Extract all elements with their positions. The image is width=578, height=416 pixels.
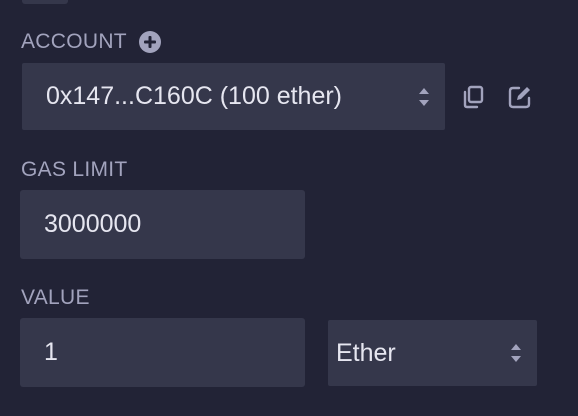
copy-icon[interactable] bbox=[459, 83, 487, 111]
select-chevrons-icon bbox=[511, 344, 521, 362]
select-chevrons-icon bbox=[419, 87, 429, 106]
value-amount: 1 bbox=[44, 338, 58, 366]
account-select[interactable]: 0x147...C160C (100 ether) bbox=[22, 63, 445, 130]
value-unit-select[interactable]: Ether bbox=[328, 320, 537, 386]
previous-control-edge[interactable] bbox=[22, 0, 68, 4]
gas-limit-label-row: GAS LIMIT bbox=[21, 158, 128, 182]
edit-icon[interactable] bbox=[506, 83, 534, 111]
plus-circle-icon[interactable] bbox=[138, 31, 161, 53]
gas-limit-input[interactable]: 3000000 bbox=[20, 190, 305, 259]
value-label-row: VALUE bbox=[21, 286, 90, 310]
account-label: ACCOUNT bbox=[21, 30, 127, 53]
value-amount-input[interactable]: 1 bbox=[20, 318, 305, 387]
gas-limit-label: GAS LIMIT bbox=[21, 158, 128, 181]
run-transaction-panel: ACCOUNT 0x147...C160C (100 ether) GAS LI… bbox=[0, 0, 578, 416]
account-selected-value: 0x147...C160C (100 ether) bbox=[46, 82, 343, 110]
value-unit: Ether bbox=[336, 338, 396, 367]
value-label: VALUE bbox=[21, 286, 90, 309]
gas-limit-value: 3000000 bbox=[44, 210, 142, 238]
account-label-row: ACCOUNT bbox=[21, 30, 161, 54]
